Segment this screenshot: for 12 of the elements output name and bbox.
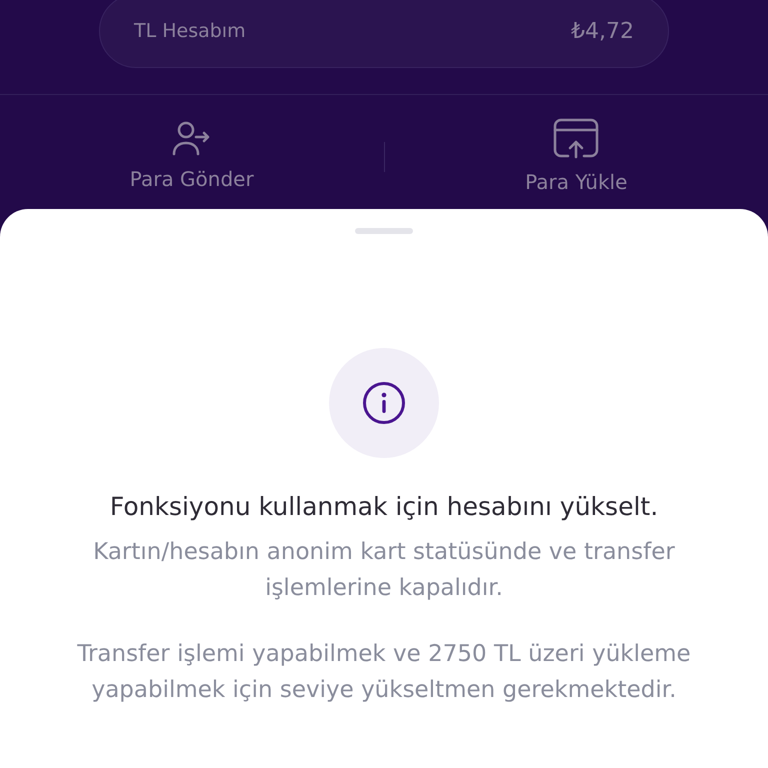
info-icon <box>362 381 406 425</box>
account-label: TL Hesabım <box>134 18 246 44</box>
card-upload-icon <box>552 117 600 159</box>
info-paragraph: Kartın/hesabın anonim kart statüsünde ve transfer işlemlerine kapalıdır. <box>92 538 676 602</box>
info-paragraph: Transfer işlemi yapabilmek ve 2750 TL üzeri yükleme yapabilmek için seviye yükseltmen gerekmektedir. <box>76 640 692 704</box>
drag-handle[interactable] <box>355 228 413 234</box>
account-pill[interactable]: TL Hesabım ₺4,72 <box>99 0 669 68</box>
sheet-title: Fonksiyonu kullanmak için hesabını yükselt. <box>110 491 658 523</box>
send-money-button[interactable]: Para Gönder <box>0 120 384 194</box>
account-balance: ₺4,72 <box>571 18 634 46</box>
load-money-button[interactable]: Para Yükle <box>384 117 768 197</box>
person-arrow-icon <box>172 120 212 156</box>
